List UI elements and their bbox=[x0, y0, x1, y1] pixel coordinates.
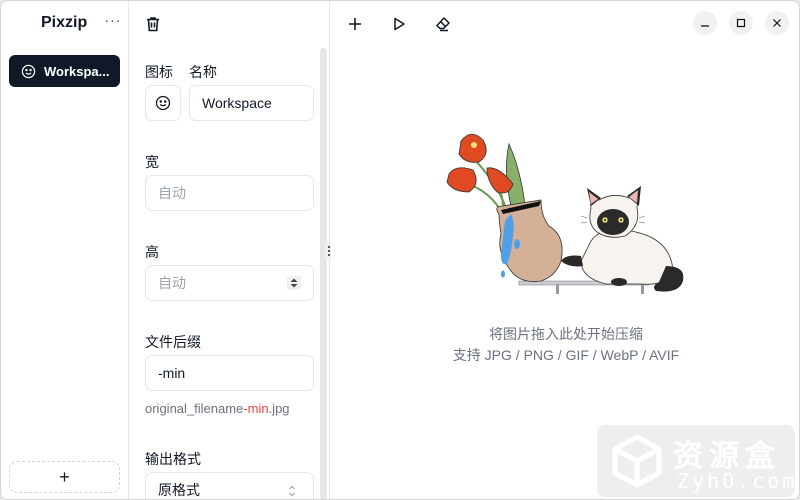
height-input[interactable]: 自动 bbox=[145, 265, 314, 301]
chevron-updown-icon bbox=[289, 485, 295, 497]
minimize-icon bbox=[701, 25, 709, 27]
format-label: 输出格式 bbox=[145, 451, 201, 467]
maximize-button[interactable] bbox=[729, 11, 753, 35]
workspace-settings-panel: 图标 名称 Workspace 宽 自动 高 自动 文件后缀 -min orig… bbox=[130, 1, 330, 499]
preview-prefix: original_filename bbox=[145, 401, 244, 416]
app-window: Pixzip ··· Workspa... + 图标 名称 Workspace … bbox=[0, 0, 800, 500]
sidebar-item-workspace[interactable]: Workspa... bbox=[9, 55, 120, 87]
plus-icon: + bbox=[59, 466, 70, 487]
preview-ext: .jpg bbox=[268, 401, 290, 416]
cube-logo-icon bbox=[612, 434, 662, 488]
workspace-sidebar: Pixzip ··· Workspa... + bbox=[1, 1, 129, 499]
name-input[interactable]: Workspace bbox=[189, 85, 314, 121]
panel-scrollbar[interactable] bbox=[320, 48, 327, 499]
ellipsis-icon: ··· bbox=[104, 12, 122, 28]
delete-workspace-button[interactable] bbox=[144, 15, 162, 33]
plus-icon bbox=[349, 18, 361, 30]
stepper-arrows-icon bbox=[290, 278, 298, 288]
eraser-icon bbox=[436, 17, 450, 32]
add-workspace-button[interactable]: + bbox=[9, 461, 120, 493]
app-title: Pixzip bbox=[41, 14, 88, 31]
close-button[interactable] bbox=[765, 11, 789, 35]
height-input-placeholder: 自动 bbox=[158, 275, 186, 291]
add-files-button[interactable] bbox=[344, 13, 366, 35]
preview-suffix: -min bbox=[243, 401, 269, 416]
empty-state-illustration bbox=[446, 133, 684, 294]
drop-hint-title: 将图片拖入此处开始压缩 bbox=[489, 326, 643, 342]
more-menu-button[interactable]: ··· bbox=[103, 13, 123, 33]
width-input[interactable]: 自动 bbox=[145, 175, 314, 211]
smiley-icon bbox=[21, 64, 36, 78]
width-label: 宽 bbox=[145, 154, 159, 170]
number-stepper[interactable] bbox=[287, 276, 301, 290]
suffix-label: 文件后缀 bbox=[145, 334, 201, 350]
watermark: 资源盒 ZyhO.com bbox=[597, 425, 795, 497]
suffix-input[interactable]: -min bbox=[145, 355, 314, 391]
width-input-placeholder: 自动 bbox=[158, 185, 186, 201]
close-icon bbox=[773, 19, 781, 27]
format-select[interactable]: 原格式 bbox=[145, 472, 314, 499]
clear-button[interactable] bbox=[432, 13, 454, 35]
drop-hint-formats: 支持 JPG / PNG / GIF / WebP / AVIF bbox=[452, 347, 680, 363]
minimize-button[interactable] bbox=[693, 11, 717, 35]
name-label: 名称 bbox=[189, 64, 217, 80]
watermark-sub: ZyhO.com bbox=[677, 469, 798, 493]
icon-label: 图标 bbox=[145, 64, 173, 80]
format-select-value: 原格式 bbox=[158, 482, 200, 498]
suffix-input-value: -min bbox=[158, 365, 186, 381]
workspace-label: Workspa... bbox=[44, 63, 110, 79]
filename-preview: original_filename-min.jpg bbox=[145, 401, 290, 416]
smiley-icon bbox=[155, 95, 171, 111]
play-icon bbox=[394, 17, 405, 31]
name-input-value: Workspace bbox=[202, 95, 272, 111]
icon-picker-button[interactable] bbox=[145, 85, 181, 121]
trash-icon bbox=[147, 17, 159, 32]
maximize-icon bbox=[736, 18, 746, 28]
height-label: 高 bbox=[145, 244, 159, 260]
start-compress-button[interactable] bbox=[388, 13, 410, 35]
